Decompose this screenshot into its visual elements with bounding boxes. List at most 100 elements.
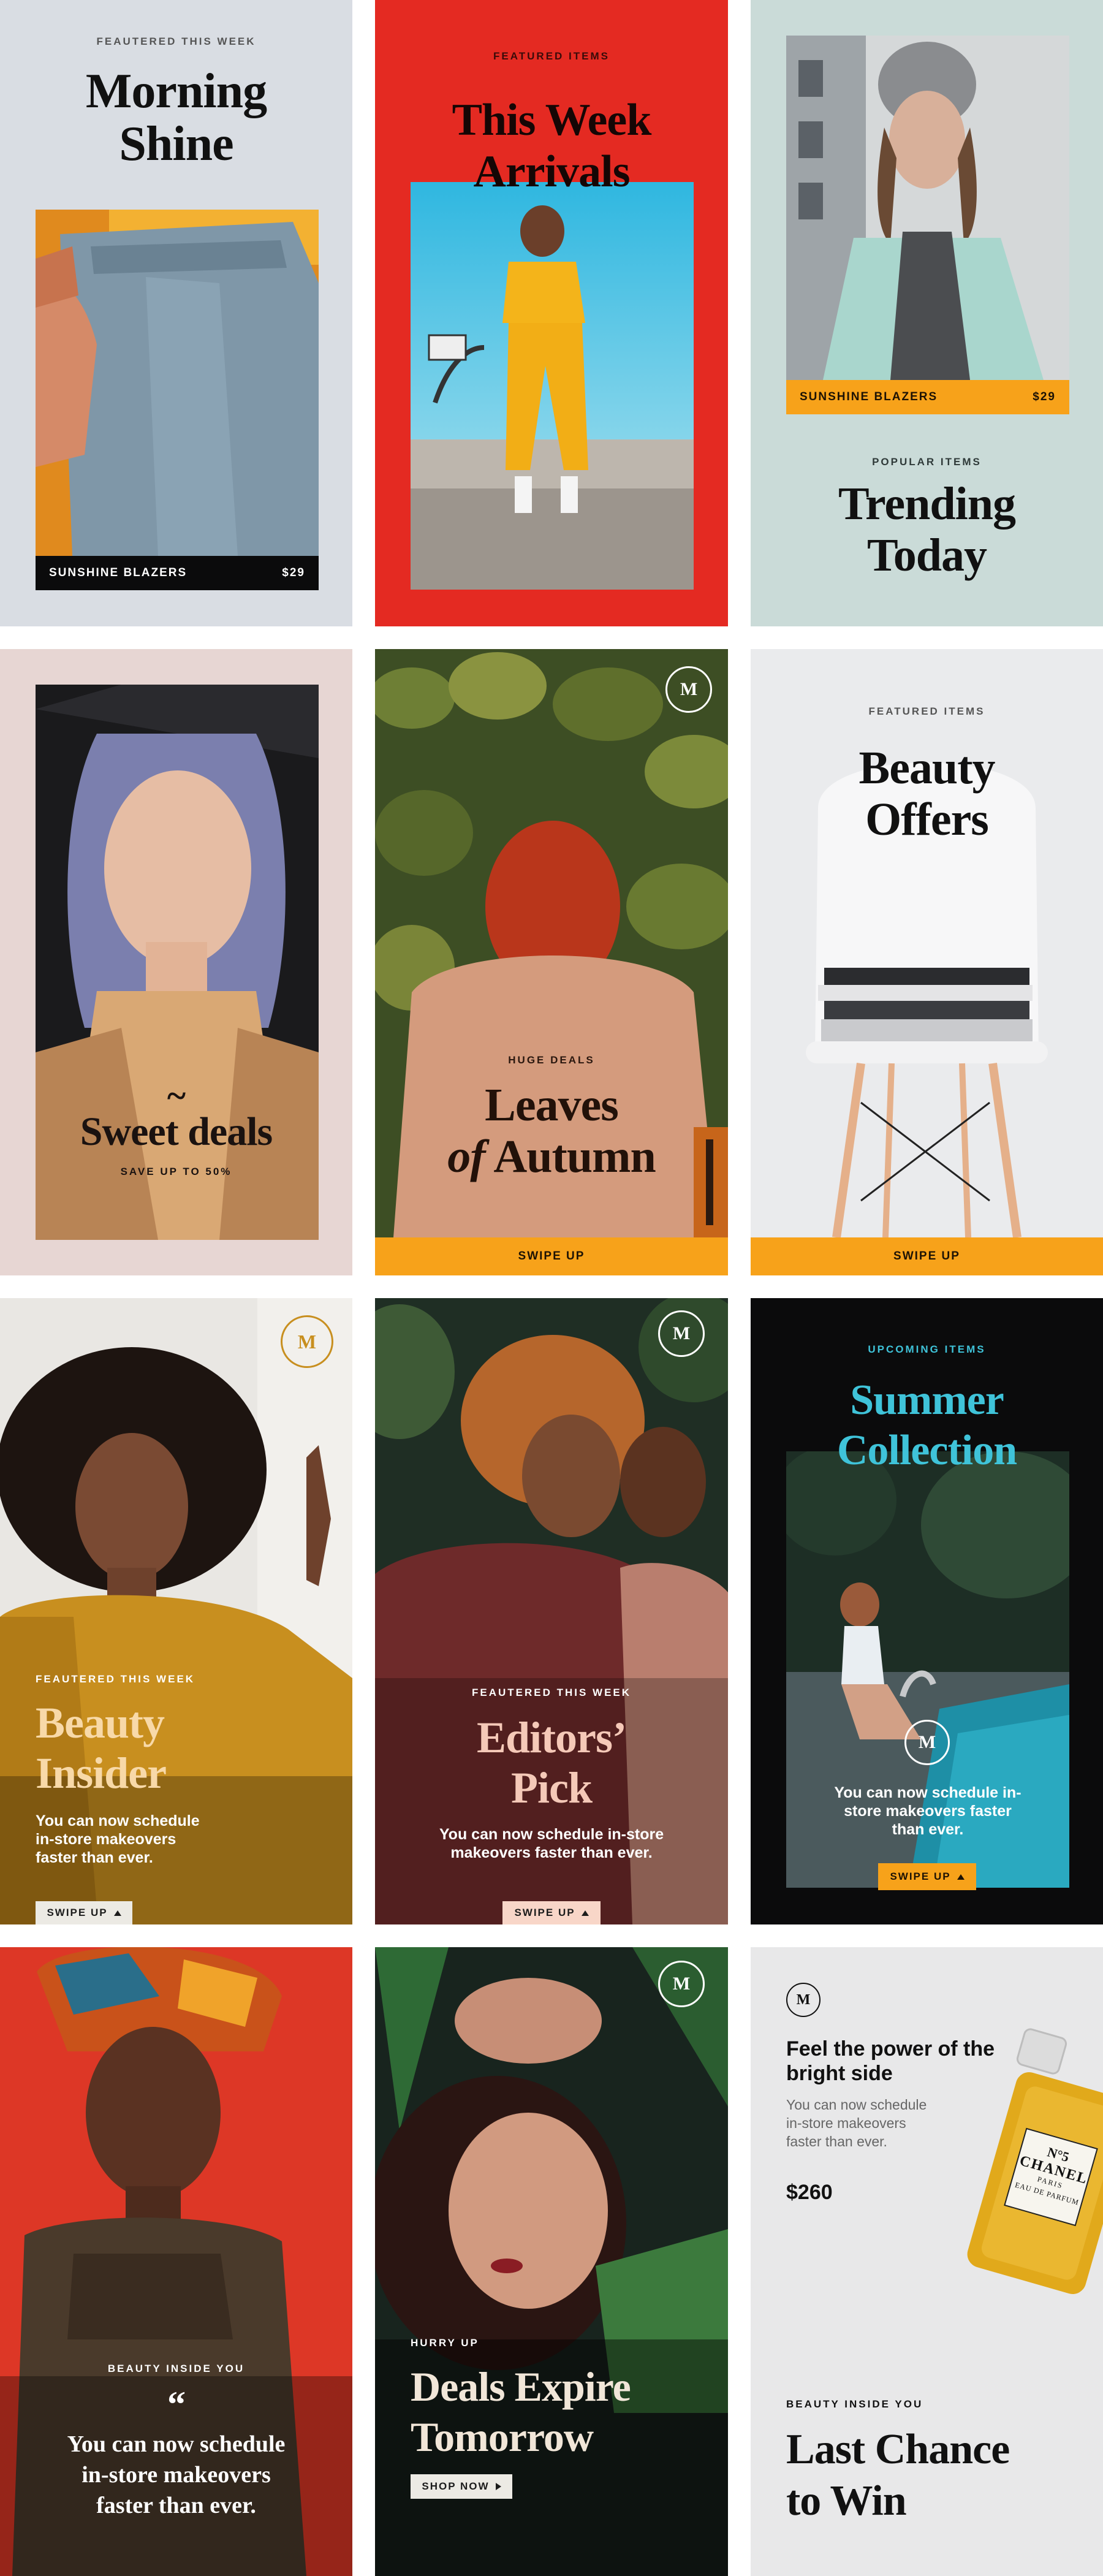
card-subtitle: SAVE UP TO 50% [120,1166,232,1177]
card-kicker: POPULAR ITEMS [872,456,982,468]
brand-logo-letter: M [796,1991,811,2008]
story-card-last-chance-to-win[interactable]: N°5 CHANEL PARIS EAU DE PARFUM M Feel th… [751,1947,1103,2576]
card-title-line-2: Offers [865,794,989,845]
card-body-line-3: faster than ever. [786,2133,887,2149]
card-title-line-1: Morning [85,64,267,118]
product-name: SUNSHINE BLAZERS [49,566,188,579]
arrow-up-icon [581,1910,589,1916]
arrow-up-icon [113,1910,121,1916]
product-name: SUNSHINE BLAZERS [800,390,938,403]
card-title-line-1: Summer [850,1377,1004,1424]
brand-logo[interactable]: M [658,1961,705,2007]
card-kicker: FEATURED ITEMS [868,705,985,717]
card-kicker: FEAUTERED THIS WEEK [96,36,256,47]
model-photo-lavender-hair [36,685,319,1240]
story-card-beauty-inside-you-quote[interactable]: BEAUTY INSIDE YOU “ You can now schedule… [0,1947,352,2576]
swipe-up-label: SWIPE UP [518,1250,585,1263]
card-title-line-1: Deals Expire [411,2363,631,2410]
swipe-up-label: SWIPE UP [890,1871,951,1882]
card-title-line-1: Trending [838,478,1016,530]
card-kicker: UPCOMING ITEMS [868,1343,986,1355]
product-price: $29 [1033,390,1056,403]
card-kicker: FEAUTERED THIS WEEK [36,1673,195,1685]
card-title-word: Autumn [493,1131,656,1182]
quote-line-2: in-store makeovers [81,2462,271,2488]
swipe-up-label: SWIPE UP [47,1907,108,1918]
card-kicker: FEAUTERED THIS WEEK [471,1687,632,1698]
card-body-line-2: store makeovers faster [844,1803,1012,1820]
brand-logo[interactable]: M [658,1310,705,1357]
story-card-morning-shine[interactable]: FEAUTERED THIS WEEK Morning Shine SUNSHI… [0,0,352,626]
card-kicker: BEAUTY INSIDE YOU [786,2398,923,2410]
card-title-line-2: Shine [119,117,233,171]
brand-logo[interactable]: M [665,666,712,713]
card-title-line-1: This Week [452,95,652,145]
card-headline-line-1: Feel the power of the [786,2037,995,2061]
story-card-deals-expire-tomorrow[interactable]: M HURRY UP Deals Expire Tomorrow SHOP NO… [375,1947,728,2576]
story-card-summer-collection[interactable]: UPCOMING ITEMS Summer Collection M You c… [751,1298,1103,1924]
quote-line-1: You can now schedule [67,2431,286,2457]
shop-now-label: SHOP NOW [422,2480,490,2492]
brand-logo[interactable]: M [786,1983,821,2017]
card-body-line-1: You can now schedule [36,1812,200,1829]
brand-logo[interactable]: M [904,1720,950,1765]
card-kicker: HUGE DEALS [508,1054,595,1066]
card-title-italic-word: of [447,1131,485,1182]
card-body-line-1: You can now schedule in-store [439,1826,664,1843]
product-price: $260 [786,2181,833,2204]
story-card-beauty-offers[interactable]: FEATURED ITEMS Beauty Offers SWIPE UP [751,649,1103,1275]
arrow-up-icon [957,1874,965,1880]
product-photo-jeans [36,210,319,556]
swipe-up-label: SWIPE UP [893,1250,960,1263]
swipe-up-button[interactable]: SWIPE UP [502,1901,601,1924]
card-title-line-1: Beauty [859,742,996,794]
product-photo-yellow-tracksuit [411,182,694,590]
card-title-line-2: of Autumn [375,1131,728,1182]
brand-logo-letter: M [918,1732,936,1752]
card-title-line-2: Collection [836,1427,1017,1474]
swipe-up-button[interactable]: SWIPE UP [36,1901,132,1924]
story-card-trending-today[interactable]: SUNSHINE BLAZERS $29 POPULAR ITEMS Trend… [751,0,1103,626]
card-body-line-1: You can now schedule [786,2097,927,2113]
card-kicker: HURRY UP [411,2337,479,2349]
shop-now-button[interactable]: SHOP NOW [411,2474,512,2499]
card-title-line-1: Beauty [36,1698,165,1747]
card-body-line-2: in-store makeovers [786,2115,906,2131]
brand-logo-letter: M [672,1323,691,1343]
card-title-line-1: Editors’ [477,1713,627,1762]
card-title-line-2: Insider [36,1749,167,1798]
card-kicker: BEAUTY INSIDE YOU [107,2363,245,2374]
story-card-this-week-arrivals[interactable]: FEATURED ITEMS This Week Arrivals [375,0,728,626]
card-kicker: FEATURED ITEMS [493,50,610,62]
swipe-up-button[interactable]: SWIPE UP [878,1863,976,1890]
story-card-editors-pick[interactable]: M FEAUTERED THIS WEEK Editors’ Pick You … [375,1298,728,1924]
card-title-line-2: Pick [511,1763,593,1812]
card-body-line-3: faster than ever. [36,1849,153,1866]
story-card-leaves-of-autumn[interactable]: M HUGE DEALS Leaves of Autumn SWIPE UP [375,649,728,1275]
swipe-up-bar[interactable]: SWIPE UP [375,1237,728,1275]
swipe-up-bar[interactable]: SWIPE UP [751,1237,1103,1275]
story-card-sweet-deals[interactable]: ~ Sweet deals SAVE UP TO 50% [0,649,352,1275]
swipe-up-label: SWIPE UP [514,1907,575,1918]
product-price-bar[interactable]: SUNSHINE BLAZERS $29 [786,380,1069,414]
brand-logo-letter: M [672,1974,691,1994]
card-title-line-2: to Win [786,2477,907,2525]
brand-logo-letter: M [680,679,698,699]
card-title-line-2: Today [867,530,987,581]
product-photo-mint-coat [786,36,1069,380]
card-title-line-1: Leaves [485,1079,619,1131]
product-photo-chair-clothes [751,649,1103,1237]
arrow-right-icon [495,2483,501,2490]
product-price: $29 [282,566,305,579]
card-body-line-2: in-store makeovers [36,1831,176,1848]
quote-line-3: faster than ever. [96,2493,256,2518]
product-price-bar[interactable]: SUNSHINE BLAZERS $29 [36,556,319,590]
brand-logo-letter: M [297,1330,317,1353]
quote-mark-icon: “ [167,2384,186,2425]
story-card-beauty-insider[interactable]: M FEAUTERED THIS WEEK Beauty Insider You… [0,1298,352,1924]
card-title: Sweet deals [80,1109,273,1154]
card-body-line-3: than ever. [892,1821,964,1838]
card-title-line-1: Last Chance [786,2426,1010,2473]
brand-logo[interactable]: M [281,1315,333,1368]
card-title-line-2: Tomorrow [411,2414,594,2460]
